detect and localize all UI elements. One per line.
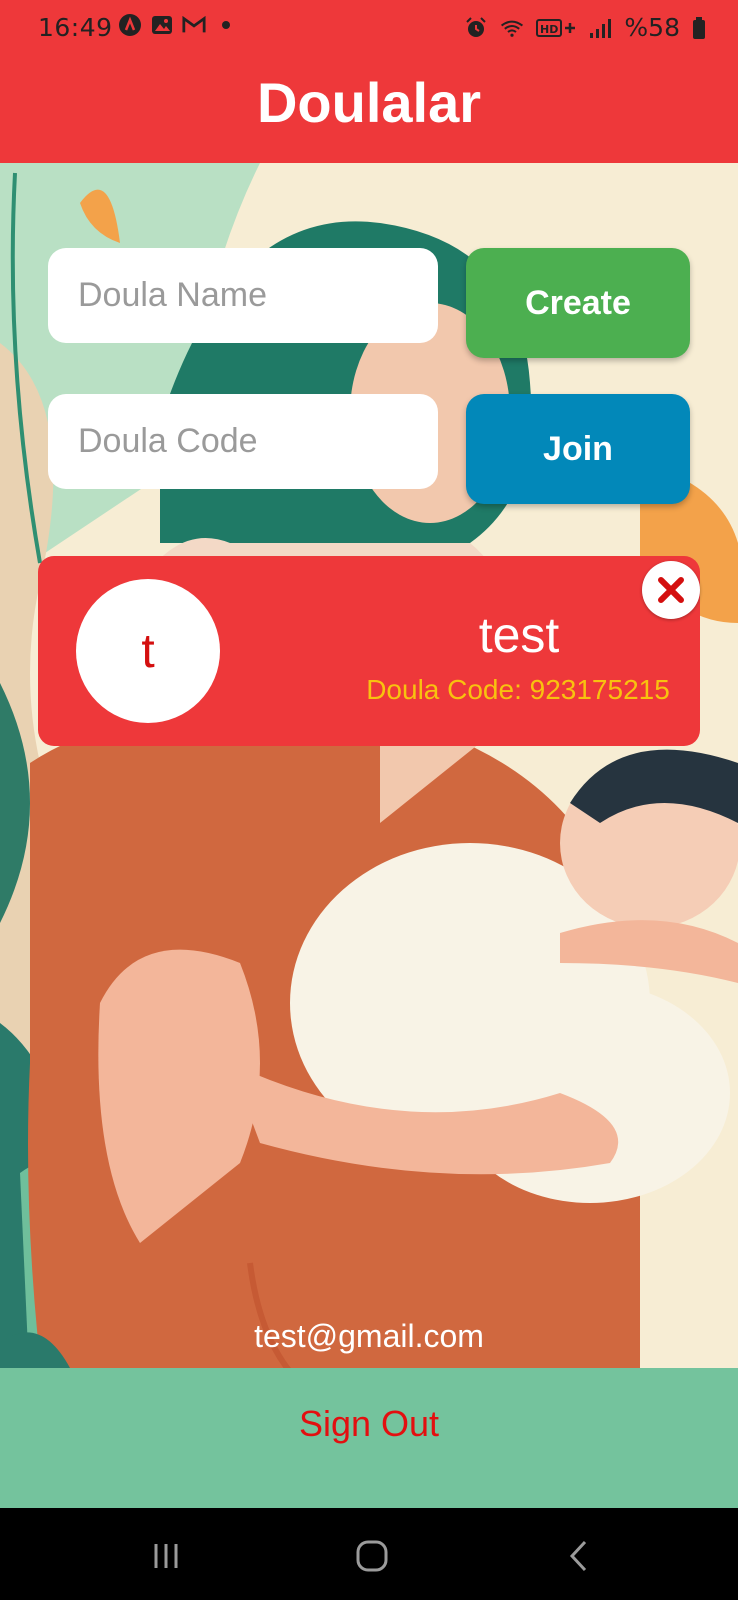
delete-button[interactable] — [642, 561, 700, 619]
main-content: Create Join t test Doula Code: 923175215… — [0, 163, 738, 1508]
sign-out-button[interactable]: Sign Out — [0, 1403, 738, 1445]
doula-card[interactable]: t test Doula Code: 923175215 — [38, 556, 700, 746]
close-icon — [658, 577, 684, 603]
status-time: 16:49 — [38, 13, 113, 42]
gmail-icon — [182, 13, 206, 37]
recent-apps-button[interactable] — [146, 1536, 186, 1576]
wifi-icon — [500, 16, 524, 40]
page-title: Doulalar — [256, 71, 482, 134]
image-icon — [150, 13, 174, 37]
battery-icon — [692, 16, 706, 40]
user-email: test@gmail.com — [254, 1318, 484, 1354]
back-button[interactable] — [560, 1536, 600, 1576]
battery-percent: %58 — [624, 13, 680, 42]
hd-plus-icon: HD — [536, 16, 576, 40]
alarm-icon — [464, 16, 488, 40]
status-bar: 16:49 HD %58 — [0, 0, 738, 56]
home-icon — [356, 1540, 388, 1572]
system-nav-bar — [0, 1508, 738, 1600]
notification-dot-icon — [214, 13, 238, 37]
back-icon — [569, 1540, 587, 1572]
notification-icons — [118, 13, 238, 37]
app-header: Doulalar — [0, 56, 738, 163]
doula-name: test — [478, 607, 560, 663]
signal-icon — [588, 16, 612, 40]
doula-name-input[interactable] — [48, 248, 438, 343]
doula-code-input[interactable] — [48, 394, 438, 489]
create-button[interactable]: Create — [466, 248, 690, 358]
join-button[interactable]: Join — [466, 394, 690, 504]
recent-apps-icon — [154, 1544, 178, 1568]
system-icons: HD %58 — [464, 13, 706, 42]
svg-text:HD: HD — [540, 23, 558, 36]
doula-code: Doula Code: 923175215 — [366, 674, 670, 705]
app-logo-icon — [118, 13, 142, 37]
home-button[interactable] — [352, 1536, 392, 1576]
background-illustration — [0, 163, 738, 1508]
avatar: t — [76, 579, 220, 723]
